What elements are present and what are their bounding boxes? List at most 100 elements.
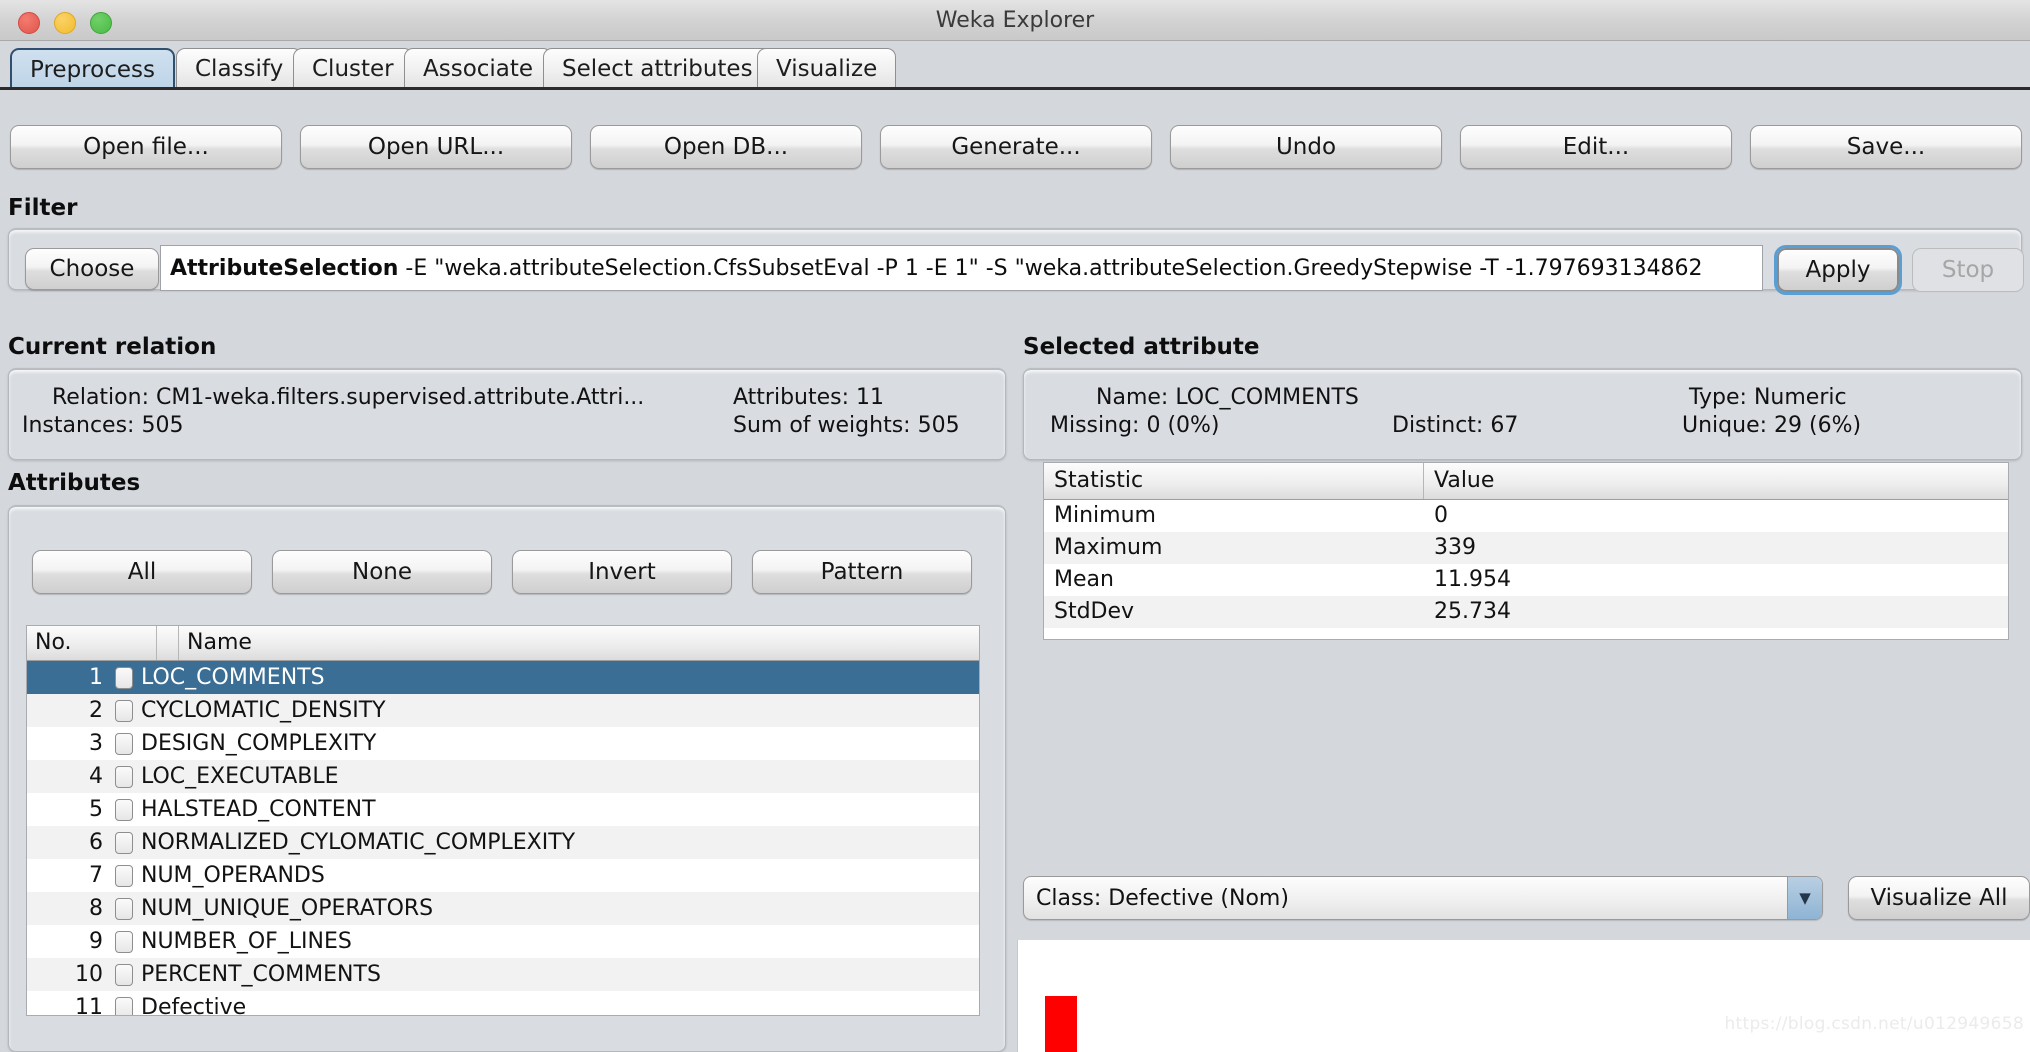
pattern-button[interactable]: Pattern xyxy=(752,550,972,594)
attribute-number: 9 xyxy=(89,929,103,954)
edit-button[interactable]: Edit... xyxy=(1460,125,1732,169)
column-header-checkbox[interactable] xyxy=(157,626,179,660)
stat-value: 0 xyxy=(1434,503,1448,528)
attribute-missing-row: Missing: 0 (0%) xyxy=(1050,413,1220,438)
attribute-checkbox[interactable] xyxy=(115,831,133,854)
choose-filter-button[interactable]: Choose xyxy=(25,248,159,290)
attributes-count-row: Attributes: 11 xyxy=(733,385,884,410)
invert-selection-button[interactable]: Invert xyxy=(512,550,732,594)
attribute-checkbox[interactable] xyxy=(115,897,133,920)
attributes-table[interactable]: No. Name 1 LOC_COMMENTS 2 CYCLOMATIC_DEN… xyxy=(26,625,980,1016)
attribute-number: 11 xyxy=(75,995,103,1016)
tab-cluster[interactable]: Cluster xyxy=(293,48,413,90)
select-none-button[interactable]: None xyxy=(272,550,492,594)
attribute-checkbox[interactable] xyxy=(115,798,133,821)
stat-name: StdDev xyxy=(1054,599,1135,624)
statistics-table-header: Statistic Value xyxy=(1044,463,2008,500)
table-row: StdDev 25.734 xyxy=(1044,596,2008,628)
open-url-button[interactable]: Open URL... xyxy=(300,125,572,169)
weka-explorer-window: Weka Explorer Preprocess Classify Cluste… xyxy=(0,0,2030,1052)
attribute-checkbox[interactable] xyxy=(115,996,133,1015)
class-selector-combobox[interactable]: Class: Defective (Nom) ▼ xyxy=(1023,876,1823,920)
table-row[interactable]: 7 NUM_OPERANDS xyxy=(27,859,979,892)
filter-section-label: Filter xyxy=(8,195,78,221)
stat-value: 25.734 xyxy=(1434,599,1511,624)
selected-attribute-label: Selected attribute xyxy=(1023,334,1260,360)
attribute-number: 1 xyxy=(89,665,103,690)
current-relation-label: Current relation xyxy=(8,334,217,360)
attribute-number: 7 xyxy=(89,863,103,888)
attribute-number: 6 xyxy=(89,830,103,855)
filter-value-field[interactable]: AttributeSelection -E "weka.attributeSel… xyxy=(160,245,1763,291)
column-header-name[interactable]: Name xyxy=(179,626,979,660)
undo-button[interactable]: Undo xyxy=(1170,125,1442,169)
statistics-column-header: Statistic xyxy=(1044,463,1424,499)
filter-value-text: AttributeSelection -E "weka.attributeSel… xyxy=(161,256,1703,281)
relation-value: CM1-weka.filters.supervised.attribute.At… xyxy=(155,385,645,410)
attribute-distinct-row: Distinct: 67 xyxy=(1392,413,1518,438)
value-column-header: Value xyxy=(1434,468,1495,493)
sum-weights-label: Sum of weights: xyxy=(733,413,911,438)
table-row[interactable]: 3 DESIGN_COMPLEXITY xyxy=(27,727,979,760)
tab-associate[interactable]: Associate xyxy=(404,48,553,90)
table-row[interactable]: 11 Defective xyxy=(27,991,979,1016)
table-row[interactable]: 5 HALSTEAD_CONTENT xyxy=(27,793,979,826)
table-row[interactable]: 9 NUMBER_OF_LINES xyxy=(27,925,979,958)
attribute-type-label: Type: xyxy=(1689,385,1747,410)
select-all-button[interactable]: All xyxy=(32,550,252,594)
table-row[interactable]: 1 LOC_COMMENTS xyxy=(27,661,979,694)
attribute-number: 4 xyxy=(89,764,103,789)
table-row[interactable]: 6 NORMALIZED_CYLOMATIC_COMPLEXITY xyxy=(27,826,979,859)
histogram-bar xyxy=(1045,996,1077,1052)
stat-value: 11.954 xyxy=(1434,567,1511,592)
attribute-checkbox[interactable] xyxy=(115,930,133,953)
attribute-checkbox[interactable] xyxy=(115,963,133,986)
save-button[interactable]: Save... xyxy=(1750,125,2022,169)
attribute-name-value: LOC_COMMENTS xyxy=(1175,385,1359,410)
attribute-checkbox[interactable] xyxy=(115,699,133,722)
window-title: Weka Explorer xyxy=(935,8,1095,33)
table-row[interactable]: 4 LOC_EXECUTABLE xyxy=(27,760,979,793)
tab-classify[interactable]: Classify xyxy=(176,48,303,90)
attribute-distinct-value: 67 xyxy=(1490,413,1519,438)
attribute-name: NUM_OPERANDS xyxy=(141,863,325,888)
attribute-checkbox[interactable] xyxy=(115,666,133,689)
attribute-name: NORMALIZED_CYLOMATIC_COMPLEXITY xyxy=(141,830,576,855)
sum-weights-row: Sum of weights: 505 xyxy=(733,413,960,438)
attribute-number: 10 xyxy=(75,962,103,987)
visualize-all-button[interactable]: Visualize All xyxy=(1848,876,2030,920)
apply-filter-button[interactable]: Apply xyxy=(1774,245,1902,295)
filter-value-options: -E "weka.attributeSelection.CfsSubsetEva… xyxy=(398,255,1703,281)
open-db-button[interactable]: Open DB... xyxy=(590,125,862,169)
attribute-name-row: Name: LOC_COMMENTS xyxy=(1096,385,1359,410)
tab-visualize[interactable]: Visualize xyxy=(757,48,897,90)
attribute-unique-row: Unique: 29 (6%) xyxy=(1682,413,1861,438)
attribute-histogram[interactable]: https://blog.csdn.net/u012949658 xyxy=(1017,940,2030,1052)
attribute-checkbox[interactable] xyxy=(115,732,133,755)
generate-button[interactable]: Generate... xyxy=(880,125,1152,169)
attribute-name: NUM_UNIQUE_OPERATORS xyxy=(141,896,434,921)
attribute-checkbox[interactable] xyxy=(115,765,133,788)
class-selector-value: Class: Defective (Nom) xyxy=(1036,885,1289,911)
table-row[interactable]: 8 NUM_UNIQUE_OPERATORS xyxy=(27,892,979,925)
attribute-type-value: Numeric xyxy=(1753,385,1847,410)
tab-select-attributes[interactable]: Select attributes xyxy=(543,48,772,90)
tab-preprocess[interactable]: Preprocess xyxy=(10,48,175,90)
table-row[interactable]: 2 CYCLOMATIC_DENSITY xyxy=(27,694,979,727)
attribute-checkbox[interactable] xyxy=(115,864,133,887)
column-header-no[interactable]: No. xyxy=(27,626,157,660)
stat-name: Maximum xyxy=(1054,535,1163,560)
sum-weights-value: 505 xyxy=(917,413,960,438)
attribute-unique-value: 29 (6%) xyxy=(1774,413,1862,438)
attribute-number: 2 xyxy=(89,698,103,723)
chevron-down-icon[interactable]: ▼ xyxy=(1787,877,1822,919)
table-row[interactable]: 10 PERCENT_COMMENTS xyxy=(27,958,979,991)
attribute-name: LOC_EXECUTABLE xyxy=(141,764,339,789)
instances-value: 505 xyxy=(141,413,184,438)
open-file-button[interactable]: Open file... xyxy=(10,125,282,169)
attributes-count-label: Attributes: xyxy=(733,385,850,410)
attribute-name: DESIGN_COMPLEXITY xyxy=(141,731,377,756)
attribute-name: CYCLOMATIC_DENSITY xyxy=(141,698,386,723)
table-row: Mean 11.954 xyxy=(1044,564,2008,596)
attribute-name: NUMBER_OF_LINES xyxy=(141,929,352,954)
